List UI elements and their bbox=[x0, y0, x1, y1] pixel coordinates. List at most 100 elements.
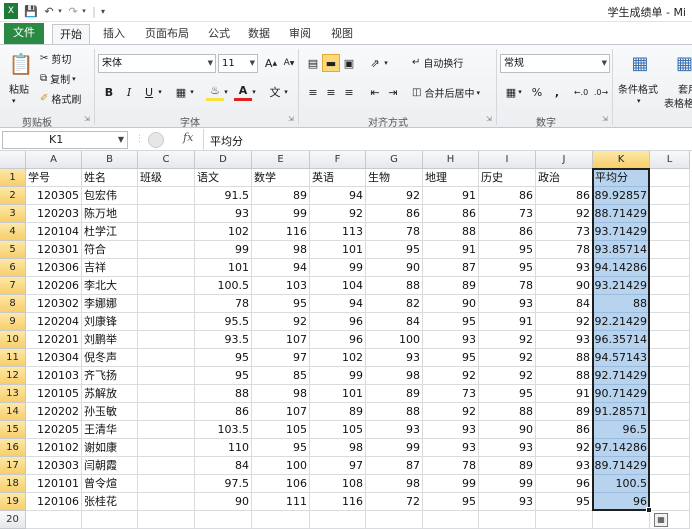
cell[interactable]: 99 bbox=[195, 241, 252, 259]
cell[interactable] bbox=[195, 511, 252, 529]
cell[interactable]: 98 bbox=[366, 475, 423, 493]
cell[interactable]: 96 bbox=[310, 313, 366, 331]
cell[interactable] bbox=[138, 223, 195, 241]
column-header-j[interactable]: J bbox=[536, 151, 593, 169]
row-header-20[interactable]: 20 bbox=[0, 511, 26, 529]
cell[interactable]: 94.57143 bbox=[593, 349, 650, 367]
cell[interactable]: 100 bbox=[252, 457, 310, 475]
cell[interactable]: 91 bbox=[423, 187, 479, 205]
shrink-font-button[interactable]: A ▼ bbox=[280, 54, 298, 72]
cell[interactable]: 72 bbox=[366, 493, 423, 511]
cell[interactable]: 86 bbox=[423, 205, 479, 223]
cell[interactable]: 95 bbox=[423, 349, 479, 367]
cell[interactable]: 120306 bbox=[26, 259, 82, 277]
number-launcher-icon[interactable]: ⇲ bbox=[602, 115, 608, 123]
conditional-format-dropdown-icon[interactable]: ▾ bbox=[637, 97, 641, 105]
column-header-b[interactable]: B bbox=[82, 151, 138, 169]
header-cell[interactable]: 历史 bbox=[479, 169, 536, 187]
cell[interactable]: 93 bbox=[195, 205, 252, 223]
tab-insert[interactable]: 插入 bbox=[96, 24, 132, 44]
cell[interactable]: 吉祥 bbox=[82, 259, 138, 277]
cell[interactable]: 符合 bbox=[82, 241, 138, 259]
cell[interactable]: 90 bbox=[423, 295, 479, 313]
row-header-4[interactable]: 4 bbox=[0, 223, 26, 241]
tab-data[interactable]: 数据 bbox=[242, 24, 276, 44]
cell[interactable] bbox=[138, 457, 195, 475]
undo-dropdown-icon[interactable]: ▾ bbox=[56, 3, 64, 19]
cell[interactable]: 116 bbox=[252, 223, 310, 241]
cell[interactable]: 王清华 bbox=[82, 421, 138, 439]
cell[interactable]: 杜学江 bbox=[82, 223, 138, 241]
cell[interactable]: 曾令煊 bbox=[82, 475, 138, 493]
column-header-d[interactable]: D bbox=[195, 151, 252, 169]
cell[interactable]: 92 bbox=[479, 331, 536, 349]
format-table-icon[interactable]: ▦ bbox=[676, 49, 692, 77]
cell[interactable]: 99 bbox=[479, 475, 536, 493]
cell[interactable]: 92 bbox=[366, 187, 423, 205]
cell[interactable]: 齐飞扬 bbox=[82, 367, 138, 385]
paste-options-icon[interactable]: ▦ bbox=[654, 513, 668, 527]
cell[interactable]: 78 bbox=[423, 457, 479, 475]
cell[interactable]: 88 bbox=[536, 349, 593, 367]
cell[interactable]: 116 bbox=[310, 493, 366, 511]
conditional-format-button[interactable]: 条件格式 bbox=[618, 81, 658, 96]
cell[interactable] bbox=[650, 313, 690, 331]
header-cell[interactable]: 学号 bbox=[26, 169, 82, 187]
cell[interactable] bbox=[138, 511, 195, 529]
italic-button[interactable]: I bbox=[120, 83, 138, 101]
cell[interactable]: 99 bbox=[366, 439, 423, 457]
cell[interactable]: 93 bbox=[479, 493, 536, 511]
cell[interactable]: 99 bbox=[423, 475, 479, 493]
cell[interactable]: 105 bbox=[310, 421, 366, 439]
formula-input[interactable]: 平均分 bbox=[210, 133, 243, 149]
cell[interactable] bbox=[138, 277, 195, 295]
cell[interactable]: 93 bbox=[479, 439, 536, 457]
format-table-button[interactable]: 套用 bbox=[678, 81, 692, 96]
cell[interactable]: 73 bbox=[479, 205, 536, 223]
align-left-icon[interactable]: ≡ bbox=[304, 83, 322, 101]
decrease-decimal-icon[interactable]: .0→ bbox=[592, 83, 610, 101]
row-header-19[interactable]: 19 bbox=[0, 493, 26, 511]
cell[interactable]: 103.5 bbox=[195, 421, 252, 439]
cell[interactable] bbox=[593, 511, 650, 529]
cell[interactable]: 101 bbox=[310, 385, 366, 403]
cell[interactable] bbox=[536, 511, 593, 529]
cell[interactable] bbox=[650, 475, 690, 493]
cell[interactable] bbox=[138, 259, 195, 277]
cell[interactable]: 92.21429 bbox=[593, 313, 650, 331]
cell[interactable]: 93.71429 bbox=[593, 223, 650, 241]
cell[interactable]: 92 bbox=[423, 367, 479, 385]
select-all-corner[interactable] bbox=[0, 151, 26, 169]
cell[interactable]: 86 bbox=[479, 223, 536, 241]
cell[interactable]: 111 bbox=[252, 493, 310, 511]
accounting-dropdown-icon[interactable]: ▾ bbox=[516, 83, 524, 101]
cell[interactable]: 120202 bbox=[26, 403, 82, 421]
cell[interactable]: 87 bbox=[366, 457, 423, 475]
cell[interactable]: 96 bbox=[310, 331, 366, 349]
row-header-7[interactable]: 7 bbox=[0, 277, 26, 295]
cell[interactable]: 98 bbox=[252, 241, 310, 259]
cell[interactable] bbox=[650, 493, 690, 511]
cell[interactable]: 99 bbox=[310, 367, 366, 385]
row-header-12[interactable]: 12 bbox=[0, 367, 26, 385]
cell[interactable]: 93 bbox=[536, 457, 593, 475]
cell[interactable]: 93 bbox=[423, 439, 479, 457]
cell[interactable] bbox=[650, 331, 690, 349]
cell[interactable] bbox=[138, 331, 195, 349]
cell[interactable] bbox=[650, 421, 690, 439]
cell[interactable]: 93 bbox=[536, 331, 593, 349]
column-header-h[interactable]: H bbox=[423, 151, 479, 169]
cell[interactable] bbox=[138, 439, 195, 457]
row-header-9[interactable]: 9 bbox=[0, 313, 26, 331]
cell[interactable]: 95 bbox=[479, 241, 536, 259]
cell[interactable]: 95 bbox=[252, 439, 310, 457]
row-header-15[interactable]: 15 bbox=[0, 421, 26, 439]
cell[interactable]: 98 bbox=[252, 385, 310, 403]
alignment-launcher-icon[interactable]: ⇲ bbox=[486, 115, 492, 123]
cell[interactable]: 93 bbox=[366, 421, 423, 439]
header-cell[interactable] bbox=[650, 169, 690, 187]
cell[interactable]: 86 bbox=[536, 421, 593, 439]
cell[interactable]: 95 bbox=[195, 349, 252, 367]
cell[interactable]: 78 bbox=[366, 223, 423, 241]
row-header-18[interactable]: 18 bbox=[0, 475, 26, 493]
